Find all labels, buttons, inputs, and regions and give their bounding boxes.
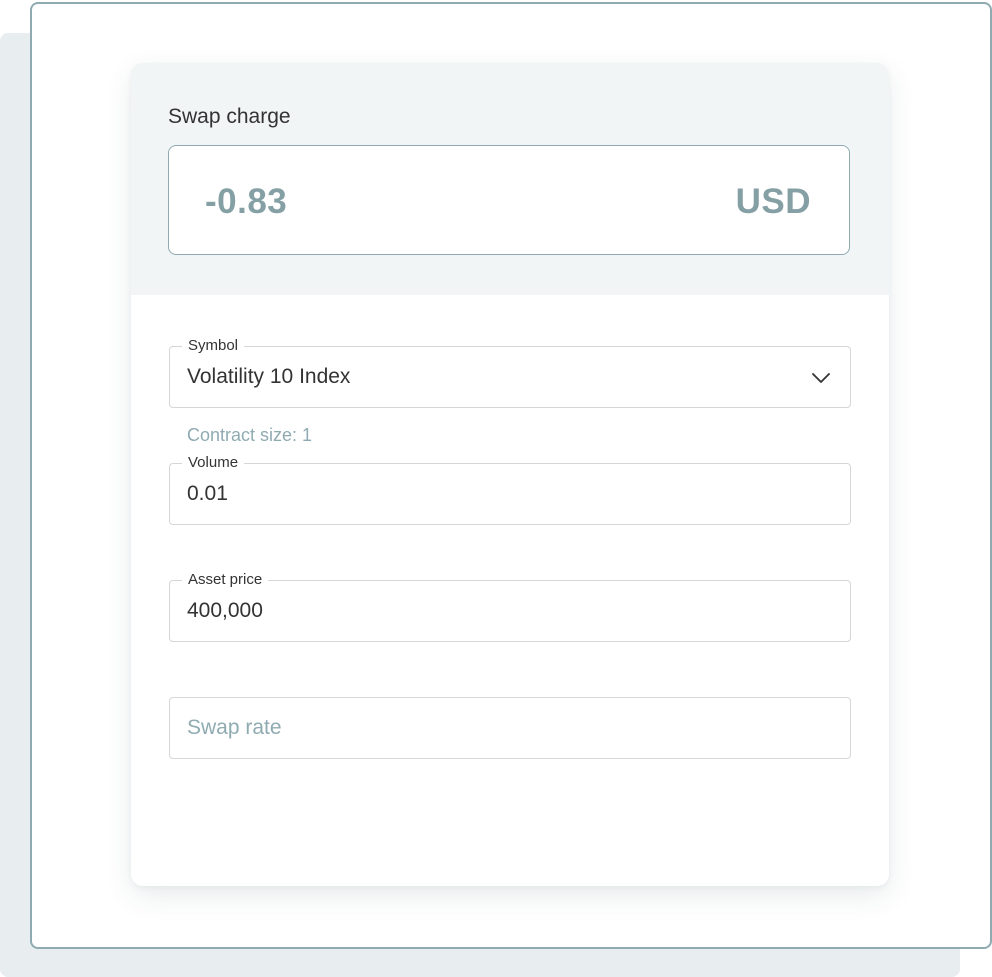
swap-rate-field[interactable]: Swap rate	[169, 697, 851, 759]
volume-label: Volume	[182, 454, 245, 472]
symbol-dropdown[interactable]: Symbol Volatility 10 Index	[169, 337, 851, 408]
asset-price-field[interactable]: Asset price 400,000	[169, 571, 851, 642]
result-section: Swap charge -0.83 USD	[131, 63, 889, 295]
swap-charge-currency: USD	[735, 182, 811, 221]
swap-calculator-card: Swap charge -0.83 USD Symbol Volatility …	[131, 63, 889, 886]
symbol-label: Symbol	[182, 337, 245, 355]
contract-size-hint: Contract size: 1	[187, 425, 313, 445]
volume-value[interactable]: 0.01	[187, 482, 228, 506]
swap-rate-placeholder[interactable]: Swap rate	[187, 716, 282, 740]
swap-charge-value: -0.83	[205, 182, 288, 221]
symbol-value: Volatility 10 Index	[187, 365, 351, 388]
swap-charge-result-box: -0.83 USD	[168, 145, 850, 255]
chevron-down-icon[interactable]	[810, 367, 832, 389]
asset-price-value[interactable]: 400,000	[187, 599, 263, 623]
asset-price-label: Asset price	[182, 571, 269, 589]
swap-charge-label: Swap charge	[168, 105, 291, 128]
volume-field[interactable]: Volume 0.01	[169, 454, 851, 525]
